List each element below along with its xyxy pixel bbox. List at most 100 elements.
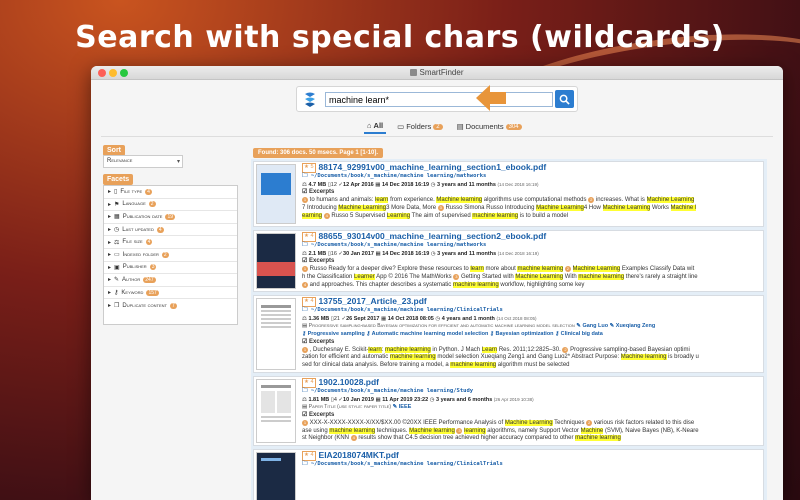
search-bar	[296, 86, 578, 112]
expand-arrow-icon: ▸	[108, 239, 112, 246]
result-subtitle: ▤ Progressive sampling-based Bayesian op…	[302, 323, 656, 330]
result-subtitle: ▤ Paper Title (use style: paper title) ✎…	[302, 404, 412, 411]
facet-keyword[interactable]: ▸ ⚷ Keyword 157	[104, 287, 237, 300]
result-path[interactable]: 🗀 ~/Documents/book/s_machine/machine lea…	[302, 242, 759, 250]
excerpt-line: 7 Introducing Machine Learning3 More Dat…	[302, 204, 697, 211]
expand-arrow-icon: ▸	[108, 277, 112, 284]
excerpt-line: 1 , Duchesnay E. Scikit-learn: machine l…	[302, 346, 690, 353]
result-path[interactable]: 🗀 ~/Documents/book/s_machine/machine lea…	[302, 173, 759, 181]
result-title-link[interactable]: 13755_2017_Article_23.pdf	[319, 297, 427, 306]
rating-badge: ★ 4	[302, 451, 316, 461]
keyword-link[interactable]: ⚷ Clinical big data	[555, 331, 603, 337]
facet-indexed-folder[interactable]: ▸ ▭ Indexed folder 2	[104, 249, 237, 262]
result-card[interactable]: ★ 4 13755_2017_Article_23.pdf 🗀 ~/Documen…	[253, 295, 764, 373]
expand-arrow-icon: ▸	[108, 227, 112, 234]
expand-arrow-icon: ▸	[108, 264, 112, 271]
flag-icon: ⚑	[114, 201, 120, 208]
result-card[interactable]: ★ 5 88174_92991v00_machine_learning_secti…	[253, 161, 764, 227]
result-keywords: ⚷ Progressive sampling ⚷ Automatic machi…	[302, 331, 759, 339]
result-card[interactable]: ★ 4 88655_93014v00_machine_learning_secti…	[253, 230, 764, 292]
facet-author[interactable]: ▸ ✎ Author 247	[104, 274, 237, 287]
smartfinder-logo-icon	[305, 92, 315, 107]
expand-arrow-icon: ▸	[108, 252, 112, 259]
result-path[interactable]: 🗀 ~/Documents/book/s_machine/machine lea…	[302, 307, 759, 315]
calendar-icon: ▦	[114, 214, 120, 221]
facet-language[interactable]: ▸ ⚑ Language 2	[104, 199, 237, 212]
clock-icon: ◷	[114, 227, 120, 234]
pen-icon: ✎	[114, 277, 120, 284]
copy-icon: ❐	[114, 303, 120, 310]
expand-arrow-icon: ▸	[108, 201, 112, 208]
file-icon: ▯	[114, 189, 118, 196]
document-thumbnail	[256, 379, 296, 443]
weight-icon: ⚖	[114, 239, 120, 246]
divider	[101, 136, 773, 137]
tab-documents[interactable]: ▤ Documents 304	[454, 119, 525, 134]
author-link[interactable]: ✎ IEEE	[393, 404, 412, 410]
author-link[interactable]: ✎ Xueqiang Zeng	[610, 323, 656, 329]
facet-publication-date[interactable]: ▸ ▦ Publication date 19	[104, 211, 237, 224]
facet-publisher[interactable]: ▸ ▣ Publisher 3	[104, 262, 237, 275]
result-meta: ⚖ 2.1 MB ▯16 ✓30 Jan 2017 ▦ 14 Dec 2018 …	[302, 250, 539, 257]
result-card[interactable]: ★ 4 1902.10028.pdf 🗀 ~/Documents/book/s_m…	[253, 376, 764, 446]
expand-arrow-icon: ▸	[108, 290, 112, 297]
expand-arrow-icon: ▸	[108, 214, 112, 221]
sort-select[interactable]: Relevance ▾	[103, 155, 183, 168]
expand-arrow-icon: ▸	[108, 189, 112, 196]
document-thumbnail	[256, 298, 296, 370]
building-icon: ▣	[114, 264, 120, 271]
result-card[interactable]: ★ 4 EIA2018074MKT.pdf 🗀 ~/Documents/book/…	[253, 449, 764, 500]
excerpt-line: earning 4 Russo 5 Supervised Learning Th…	[302, 212, 569, 219]
keyword-link[interactable]: ⚷ Progressive sampling	[302, 331, 365, 337]
folder-icon: ▭	[397, 122, 405, 131]
excerpts-heading: ☑ Excerpts	[302, 258, 335, 265]
facet-file-size[interactable]: ▸ ⚖ File size 4	[104, 236, 237, 249]
excerpt-line: zation for efficient and automatic machi…	[302, 354, 699, 361]
excerpt-line: ase using machine learning techniques. M…	[302, 427, 699, 434]
home-icon: ⌂	[367, 121, 372, 130]
result-title-link[interactable]: 1902.10028.pdf	[319, 378, 379, 387]
result-meta: ⚖ 4.7 MB ▯12 ✓12 Apr 2016 ▦ 14 Dec 2018 …	[302, 181, 539, 188]
search-input[interactable]	[325, 92, 553, 107]
documents-count-badge: 304	[505, 123, 522, 130]
tab-folders[interactable]: ▭ Folders 2	[394, 119, 445, 134]
excerpt-line: 1 XXX-X-XXXX-XXXX-X/XX/$XX.00 ©20XX IEEE…	[302, 419, 695, 426]
document-thumbnail	[256, 233, 296, 289]
search-button[interactable]	[555, 90, 574, 108]
rating-badge: ★ 4	[302, 297, 316, 307]
callout-arrow-left-icon	[476, 85, 506, 111]
facet-last-updated[interactable]: ▸ ◷ Last updated 4	[104, 224, 237, 237]
result-path[interactable]: 🗀 ~/Documents/book/s_machine/machine lea…	[302, 388, 759, 396]
excerpt-line: h the Classification Learner App © 2016 …	[302, 273, 698, 280]
results-summary: Found: 306 docs. 50 msecs. Page 1 [1-10]…	[253, 148, 384, 158]
app-window: SmartFinder ⌂All ▭Folders2 ▤Documents304…	[91, 66, 783, 500]
result-path[interactable]: 🗀 ~/Documents/book/s_machine/machine lea…	[302, 461, 759, 469]
rating-badge: ★ 4	[302, 232, 316, 242]
facet-duplicate-content[interactable]: ▸ ❐ Duplicate content 7	[104, 299, 237, 312]
result-title-link[interactable]: EIA2018074MKT.pdf	[319, 451, 399, 460]
expand-arrow-icon: ▸	[108, 303, 112, 310]
result-tabs: ⌂ All ▭ Folders 2 ▤ Documents 304	[364, 119, 525, 134]
result-title-link[interactable]: 88655_93014v00_machine_learning_section2…	[319, 232, 547, 241]
excerpt-line: sed for clinical data analysis. Before t…	[302, 361, 570, 368]
excerpt-line: st Neighbor (KNN 4 results show that C4.…	[302, 435, 621, 442]
title-bar: SmartFinder	[91, 66, 783, 80]
excerpts-heading: ☑ Excerpts	[302, 189, 335, 196]
excerpts-heading: ☑ Excerpts	[302, 412, 335, 419]
folders-count-badge: 2	[433, 123, 443, 130]
keyword-link[interactable]: ⚷ Bayesian optimization	[490, 331, 554, 337]
facet-file-type[interactable]: ▸ ▯ File type 4	[104, 186, 237, 199]
tab-all[interactable]: ⌂ All	[364, 119, 387, 134]
document-thumbnail	[256, 164, 296, 224]
chevron-down-icon: ▾	[176, 159, 180, 165]
document-thumbnail	[256, 452, 296, 500]
results-list: ★ 5 88174_92991v00_machine_learning_secti…	[251, 159, 767, 500]
result-title-link[interactable]: 88174_92991v00_machine_learning_section1…	[319, 163, 547, 172]
headline: Search with special chars (wildcards)	[75, 20, 725, 55]
key-icon: ⚷	[114, 290, 119, 297]
keyword-link[interactable]: ⚷ Automatic machine learning model selec…	[366, 331, 488, 337]
facets-panel: ▸ ▯ File type 4 ▸ ⚑ Language 2 ▸ ▦ Publication d…	[103, 185, 238, 325]
rating-badge: ★ 5	[302, 163, 316, 173]
document-icon: ▤	[456, 122, 464, 131]
author-link[interactable]: ✎ Gang Luo	[576, 323, 608, 329]
